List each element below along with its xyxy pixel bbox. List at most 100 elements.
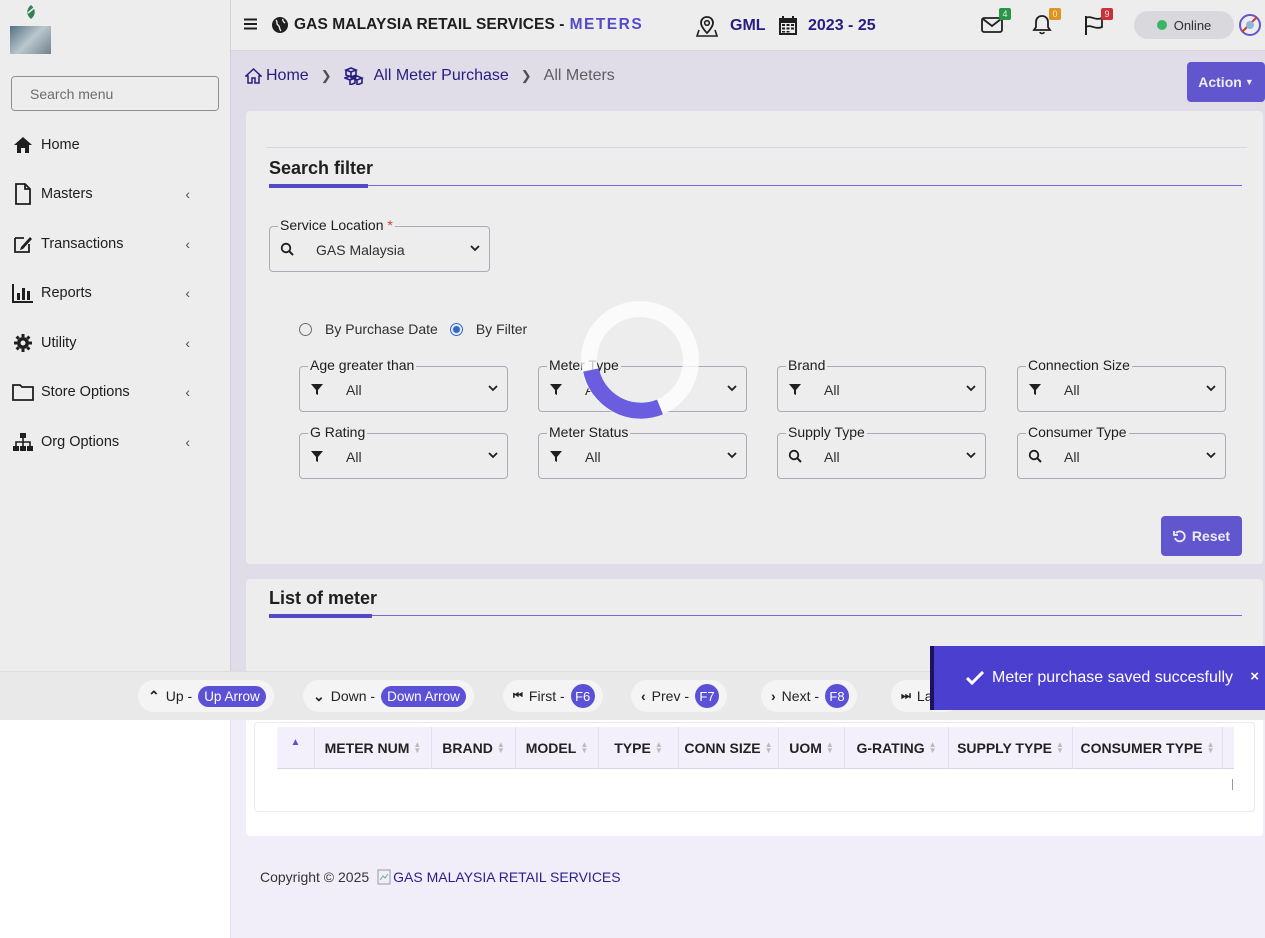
title-underline [269,614,372,618]
shortcut-down[interactable]: ⌄ Down - Down Arrow [303,680,474,712]
shortcut-prev[interactable]: ‹ Prev - F7 [631,680,728,712]
column-header-meter-num[interactable]: METER NUM ▲ ▼ [315,727,432,769]
sidebar-item-label: Home [41,136,80,153]
sidebar-item-label: Utility [41,334,77,351]
sidebar-item-masters[interactable]: Masters ‹ [0,170,230,220]
divider [269,185,1242,186]
edit-icon [12,233,34,255]
supply-type-select[interactable]: Supply Type All [777,424,986,479]
sidebar: Home Masters ‹ Transactions ‹ Reports ‹ … [0,0,231,938]
filter-icon [311,384,323,395]
column-header-g-rating[interactable]: G-RATING ▲ ▼ [845,727,949,769]
connection-size-select[interactable]: Connection Size All [1017,357,1226,412]
mail-button[interactable]: 4 [981,8,1011,38]
chevron-down-icon [1206,452,1216,459]
shortcut-first[interactable]: ⏮ First - F6 [503,680,603,712]
filter-icon [789,384,801,395]
radio-by-purchase-date[interactable] [299,322,312,336]
check-icon [966,671,984,685]
chevron-down-icon [966,452,976,459]
chevron-down-icon [470,245,480,252]
meter-status-select[interactable]: Meter Status All [538,424,747,479]
g-rating-label: G Rating [308,424,368,440]
close-icon[interactable]: × [1250,668,1259,685]
chevron-right-icon: › [771,688,776,704]
g-rating-select[interactable]: G Rating All [299,424,508,479]
breadcrumb-home[interactable]: Home [245,67,309,85]
breadcrumb-all-meter-purchase[interactable]: All Meter Purchase [343,67,509,85]
column-header-model[interactable]: MODEL ▲ ▼ [516,727,599,769]
chevron-down-icon: ⌄ [313,687,325,704]
sidebar-item-utility[interactable]: Utility ‹ [0,318,230,368]
chevron-left-icon: ‹ [185,384,190,401]
service-location-select[interactable]: Service Location * GAS Malaysia [269,217,490,272]
sitemap-icon [12,431,34,453]
age-greater-than-value: All [346,382,362,398]
menu-search-input[interactable] [12,77,218,110]
connection-size-value: All [1064,382,1080,398]
consumer-type-select[interactable]: Consumer Type All [1017,424,1226,479]
service-location-value: GAS Malaysia [316,242,405,258]
column-header-type[interactable]: TYPE ▲ ▼ [599,727,679,769]
radio-by-filter[interactable] [449,322,463,336]
action-button[interactable]: Action ▼ [1187,62,1265,102]
reset-button[interactable]: Reset [1161,516,1242,556]
divider [269,615,1242,616]
notification-count-badge: 0 [1049,8,1061,20]
column-header-supply-type[interactable]: SUPPLY TYPE ▲ ▼ [949,727,1073,769]
globe-icon [272,17,288,33]
select-column-sort-icon[interactable]: ▲ [277,727,315,769]
footer-brand-logo[interactable]: GAS MALAYSIA RETAIL SERVICES [377,869,621,885]
chevron-right-icon: ❯ [520,68,532,83]
sidebar-item-label: Store Options [41,384,130,401]
location-selector[interactable]: GML [696,15,766,37]
brand-select[interactable]: Brand All [777,357,986,412]
column-header-consumer-type[interactable]: CONSUMER TYPE ▲ ▼ [1073,727,1223,769]
sort-icon: ▲ ▼ [1056,740,1064,755]
caret-down-icon: ▼ [1244,77,1254,87]
filter-icon [1029,384,1041,395]
column-header-conn-size[interactable]: CONN SIZE ▲ ▼ [679,727,779,769]
title-underline [269,184,368,188]
undo-icon [1173,529,1186,542]
status-dot-icon [1156,20,1167,30]
menu-toggle-icon[interactable] [244,18,257,30]
sidebar-item-home[interactable]: Home [0,120,230,170]
chevron-left-icon: ‹ [641,688,646,704]
notifications-button[interactable]: 0 [1031,8,1061,38]
sidebar-menu: Home Masters ‹ Transactions ‹ Reports ‹ … [0,120,230,467]
shortcut-up[interactable]: ⌃ Up - Up Arrow [138,680,274,712]
calendar-icon [779,16,797,35]
consumer-type-label: Consumer Type [1026,424,1129,440]
sidebar-item-transactions[interactable]: Transactions ‹ [0,219,230,269]
sidebar-item-org-options[interactable]: Org Options ‹ [0,417,230,467]
sidebar-item-reports[interactable]: Reports ‹ [0,269,230,319]
column-header-uom[interactable]: UOM ▲ ▼ [779,727,845,769]
sort-icon: ▲ ▼ [764,740,773,755]
year-selector[interactable]: 2023 - 25 [778,15,876,36]
chevron-left-icon: ‹ [185,235,190,252]
search-icon [788,449,802,463]
chevron-down-icon [488,452,498,459]
age-greater-than-select[interactable]: Age greater than All [299,357,508,412]
meter-status-value: All [585,449,601,465]
sort-icon: ▲ ▼ [413,740,422,755]
logo-image [10,26,51,54]
broken-image-icon [377,869,391,885]
consumer-type-value: All [1064,449,1080,465]
module-name: METERS [569,16,644,33]
chevron-left-icon: ‹ [185,186,190,203]
search-filter-title: Search filter [269,158,374,178]
sidebar-item-label: Org Options [41,433,120,450]
supply-type-label: Supply Type [786,424,867,440]
chevron-up-icon: ⌃ [148,687,160,704]
sidebar-item-store-options[interactable]: Store Options ‹ [0,368,230,418]
company-logo[interactable] [10,4,51,55]
gear-icon [12,332,34,354]
user-avatar-icon[interactable] [1237,12,1263,38]
shortcut-next[interactable]: › Next - F8 [761,680,858,712]
flags-button[interactable]: 9 [1083,8,1113,38]
app-title: GAS MALAYSIA RETAIL SERVICES - METERS [271,16,643,34]
column-header-brand[interactable]: BRAND ▲ ▼ [432,727,516,769]
scroll-indicator [1232,779,1233,790]
